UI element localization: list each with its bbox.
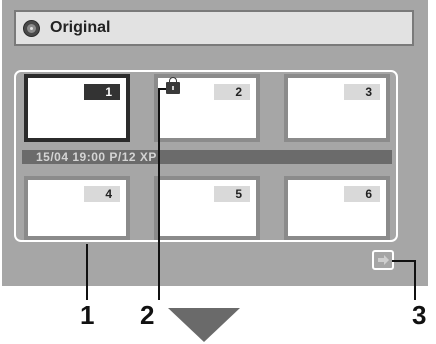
thumbnail-number: 4 bbox=[84, 186, 120, 202]
thumbnail-3[interactable]: 3 bbox=[284, 74, 390, 142]
callout-line-2 bbox=[158, 88, 160, 300]
page-title: Original bbox=[50, 19, 111, 36]
thumbnail-1[interactable]: 1 bbox=[24, 74, 130, 142]
callout-line-1 bbox=[86, 244, 88, 300]
thumbnail-4[interactable]: 4 bbox=[24, 176, 130, 240]
thumbnail-6[interactable]: 6 bbox=[284, 176, 390, 240]
lock-icon bbox=[166, 77, 180, 94]
disc-icon bbox=[23, 20, 40, 37]
callout-label-2: 2 bbox=[140, 300, 155, 330]
down-arrow-icon bbox=[168, 308, 240, 342]
callout-label-3: 3 bbox=[412, 300, 427, 330]
thumbnail-number: 2 bbox=[214, 84, 250, 100]
callout-line-2-connector bbox=[158, 88, 166, 90]
thumbnail-number: 3 bbox=[344, 84, 380, 100]
menu-screen: Original 1 2 3 15/04 19:00 P/12 XP 4 5 6 bbox=[2, 0, 428, 286]
arrow-right-icon[interactable] bbox=[372, 250, 394, 270]
thumbnail-number: 1 bbox=[84, 84, 120, 100]
recording-info: 15/04 19:00 P/12 XP bbox=[36, 150, 157, 164]
callout-line-3 bbox=[392, 260, 416, 262]
callout-label-1: 1 bbox=[80, 300, 95, 330]
callout-line-3-vertical bbox=[414, 260, 416, 300]
title-bar: Original bbox=[14, 10, 414, 46]
thumbnail-5[interactable]: 5 bbox=[154, 176, 260, 240]
thumbnail-number: 5 bbox=[214, 186, 250, 202]
thumbnail-number: 6 bbox=[344, 186, 380, 202]
